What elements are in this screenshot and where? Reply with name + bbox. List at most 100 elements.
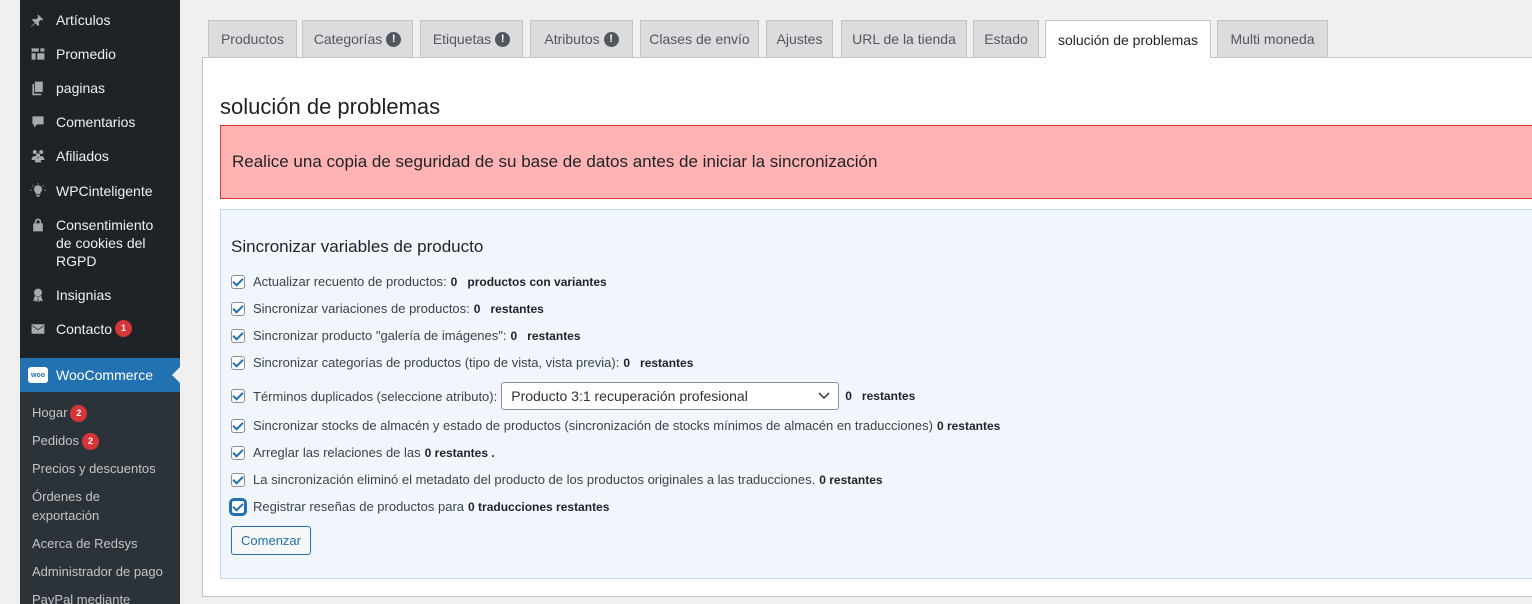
- option-count: 0: [450, 274, 458, 289]
- tab-solucion-problemas[interactable]: solución de problemas: [1045, 20, 1211, 58]
- option-terminos-duplicados: Términos duplicados (seleccione atributo…: [231, 382, 915, 410]
- sidebar-item-label: paginas: [56, 80, 106, 96]
- notification-badge: 1: [115, 320, 133, 337]
- submenu-item-precios[interactable]: Precios y descuentos: [20, 459, 168, 478]
- submenu-item-administrador-pago[interactable]: Administrador de pago: [20, 562, 175, 581]
- option-label: Registrar reseñas de productos para: [253, 499, 465, 514]
- option-resenas: Registrar reseñas de productos para 0 tr…: [231, 499, 609, 514]
- option-label: Términos duplicados (seleccione atributo…: [253, 388, 498, 404]
- checkbox[interactable]: [231, 472, 245, 487]
- award-icon: [28, 286, 48, 304]
- option-arreglar-relaciones: Arreglar las relaciones de las 0 restant…: [231, 445, 495, 460]
- tab-productos[interactable]: Productos: [208, 20, 297, 57]
- submenu-item-exportacion[interactable]: Órdenes de exportación: [20, 487, 180, 525]
- chevron-down-icon: [818, 392, 830, 400]
- checkbox[interactable]: [231, 445, 245, 460]
- affiliates-icon: [28, 147, 48, 165]
- tab-url-tienda[interactable]: URL de la tienda: [841, 20, 967, 57]
- sidebar-item-paginas[interactable]: paginas: [20, 79, 180, 97]
- option-suffix: restantes: [861, 389, 916, 403]
- sidebar-item-label: Artículos: [56, 12, 111, 28]
- submenu-item-redsys[interactable]: Acerca de Redsys: [20, 534, 150, 553]
- checkbox[interactable]: [231, 355, 245, 370]
- tab-label: solución de problemas: [1057, 31, 1199, 48]
- option-label: Sincronizar producto "galería de imágene…: [253, 328, 507, 343]
- tab-clases-envio[interactable]: Clases de envío: [640, 20, 759, 57]
- sidebar-item-comentarios[interactable]: Comentarios: [20, 113, 180, 131]
- sidebar-item-label: Promedio: [56, 46, 116, 62]
- option-count: 0 restantes: [936, 418, 1001, 433]
- option-label: Actualizar recuento de productos:: [253, 274, 447, 289]
- start-button[interactable]: Comenzar: [231, 526, 311, 555]
- option-label: La sincronización eliminó el metadato de…: [253, 472, 816, 487]
- option-count: 0: [473, 301, 481, 316]
- sidebar-item-insignias[interactable]: Insignias: [20, 286, 180, 304]
- woocommerce-logo-icon: woo: [28, 367, 48, 383]
- submenu-label: Pedidos: [32, 433, 79, 448]
- option-label: Sincronizar categorías de productos (tip…: [253, 355, 620, 370]
- tab-label: Atributos: [544, 31, 600, 47]
- sidebar-item-label: Consentimiento de cookies del RGPD: [56, 217, 154, 269]
- option-galeria-imagenes: Sincronizar producto "galería de imágene…: [231, 328, 581, 343]
- tab-label: Etiquetas: [432, 31, 492, 47]
- sidebar-item-cookies[interactable]: Consentimiento de cookies del RGPD: [20, 216, 180, 270]
- tab-atributos[interactable]: Atributos!: [530, 20, 633, 57]
- sidebar-item-label: WooCommerce: [56, 367, 153, 383]
- bulb-icon: [28, 182, 48, 200]
- tab-label: Estado: [984, 31, 1028, 47]
- sidebar-item-label: Comentarios: [56, 114, 136, 130]
- checkbox[interactable]: [231, 274, 245, 289]
- tab-estado[interactable]: Estado: [973, 20, 1039, 57]
- option-suffix: productos con variantes: [467, 274, 607, 289]
- submenu-label: Hogar: [32, 405, 68, 420]
- tab-label: Ajustes: [776, 31, 823, 47]
- current-menu-arrow: [172, 367, 180, 383]
- checkbox[interactable]: [231, 301, 245, 316]
- option-categorias: Sincronizar categorías de productos (tip…: [231, 355, 693, 370]
- sidebar-item-promedio[interactable]: Promedio: [20, 45, 180, 63]
- backup-warning-notice: Realice una copia de seguridad de su bas…: [220, 125, 1532, 199]
- option-count: 0 traducciones restantes: [468, 499, 610, 514]
- checkbox[interactable]: [231, 389, 245, 403]
- checkbox[interactable]: [231, 328, 245, 343]
- submenu-item-pedidos[interactable]: Pedidos 2: [20, 431, 111, 451]
- checkbox[interactable]: [231, 418, 245, 433]
- tab-ajustes[interactable]: Ajustes: [766, 20, 833, 57]
- sidebar-item-label: WPCinteligente: [56, 183, 153, 199]
- sidebar-item-contacto[interactable]: Contacto 1: [20, 320, 180, 338]
- submenu-item-paypal[interactable]: PayPal mediante: [20, 590, 142, 604]
- notification-badge: 2: [70, 405, 88, 423]
- checkbox[interactable]: [231, 499, 245, 514]
- option-label: Sincronizar variaciones de productos:: [253, 301, 470, 316]
- sidebar-item-wpcinteligente[interactable]: WPCinteligente: [20, 182, 180, 200]
- tab-label: Multi moneda: [1230, 31, 1315, 47]
- lock-icon: [28, 216, 48, 234]
- option-suffix: restantes: [527, 328, 581, 343]
- pin-icon: [28, 11, 48, 29]
- tab-categorias[interactable]: Categorías!: [302, 20, 413, 57]
- option-recuento-productos: Actualizar recuento de productos: 0 prod…: [231, 274, 607, 289]
- tab-label: Clases de envío: [649, 31, 750, 47]
- attribute-select[interactable]: Producto 3:1 recuperación profesional: [501, 382, 840, 410]
- sidebar-item-articulos[interactable]: Artículos: [20, 11, 180, 29]
- tab-etiquetas[interactable]: Etiquetas!: [420, 20, 523, 57]
- submenu-item-hogar[interactable]: Hogar 2: [20, 403, 99, 423]
- sidebar-item-woocommerce[interactable]: woo WooCommerce: [20, 358, 180, 392]
- sidebar-item-label: Afiliados: [56, 148, 109, 164]
- option-label: Arreglar las relaciones de las: [253, 445, 421, 460]
- pages-icon: [28, 79, 48, 97]
- alert-icon: !: [603, 31, 619, 47]
- tab-multi-moneda[interactable]: Multi moneda: [1217, 20, 1328, 57]
- page-title: solución de problemas: [220, 94, 441, 119]
- sidebar-item-label: Contacto: [56, 321, 113, 337]
- tab-label: Productos: [220, 31, 285, 47]
- tab-label: Categorías: [313, 31, 383, 47]
- option-suffix: restantes: [640, 355, 694, 370]
- sidebar-item-label: Insignias: [56, 287, 112, 303]
- sidebar-item-afiliados[interactable]: Afiliados: [20, 147, 180, 165]
- option-count: 0: [623, 355, 631, 370]
- option-stocks-almacen: Sincronizar stocks de almacén y estado d…: [231, 418, 1000, 433]
- option-label: Sincronizar stocks de almacén y estado d…: [253, 418, 933, 433]
- alert-icon: !: [495, 31, 511, 47]
- media-icon: [28, 45, 48, 63]
